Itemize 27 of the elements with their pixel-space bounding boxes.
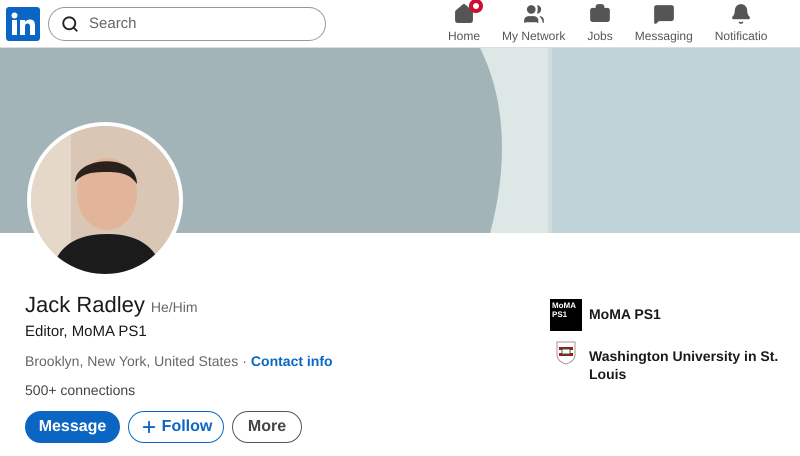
search-icon bbox=[61, 14, 79, 32]
logo-icon bbox=[6, 6, 40, 40]
pronouns: He/Him bbox=[150, 298, 198, 317]
nav-item[interactable]: Messaging bbox=[626, 0, 701, 47]
company-logo: MoMA PS1 bbox=[550, 299, 582, 331]
separator: · bbox=[242, 352, 247, 370]
follow-button[interactable]: Follow bbox=[128, 410, 224, 442]
message-button[interactable]: Message bbox=[25, 410, 120, 442]
affiliation-name[interactable]: MoMA PS1 bbox=[589, 299, 661, 323]
nav-item[interactable]: Jobs bbox=[579, 0, 621, 47]
bell-icon bbox=[730, 2, 752, 24]
nav-item[interactable]: Home bbox=[440, 0, 488, 47]
location: Brooklyn, New York, United States bbox=[25, 352, 238, 371]
headline: Editor, MoMA PS1 bbox=[25, 322, 148, 342]
affiliation-name[interactable]: Washington University in St. Louis bbox=[589, 341, 780, 383]
connections-count: 500+ connections bbox=[25, 380, 136, 400]
chat-bubble-icon bbox=[652, 2, 675, 24]
nav-item[interactable]: Notificatio bbox=[706, 0, 776, 47]
people-icon bbox=[522, 2, 545, 24]
house-icon bbox=[453, 2, 475, 24]
nav-item[interactable]: My Network bbox=[494, 0, 574, 47]
briefcase-icon bbox=[589, 2, 612, 24]
more-button[interactable]: More bbox=[232, 410, 302, 442]
contact-info-link[interactable]: Contact info bbox=[250, 350, 333, 372]
crest-icon bbox=[556, 341, 576, 365]
profile-name: Jack Radley bbox=[25, 291, 145, 319]
search-field[interactable]: Search bbox=[48, 6, 326, 40]
